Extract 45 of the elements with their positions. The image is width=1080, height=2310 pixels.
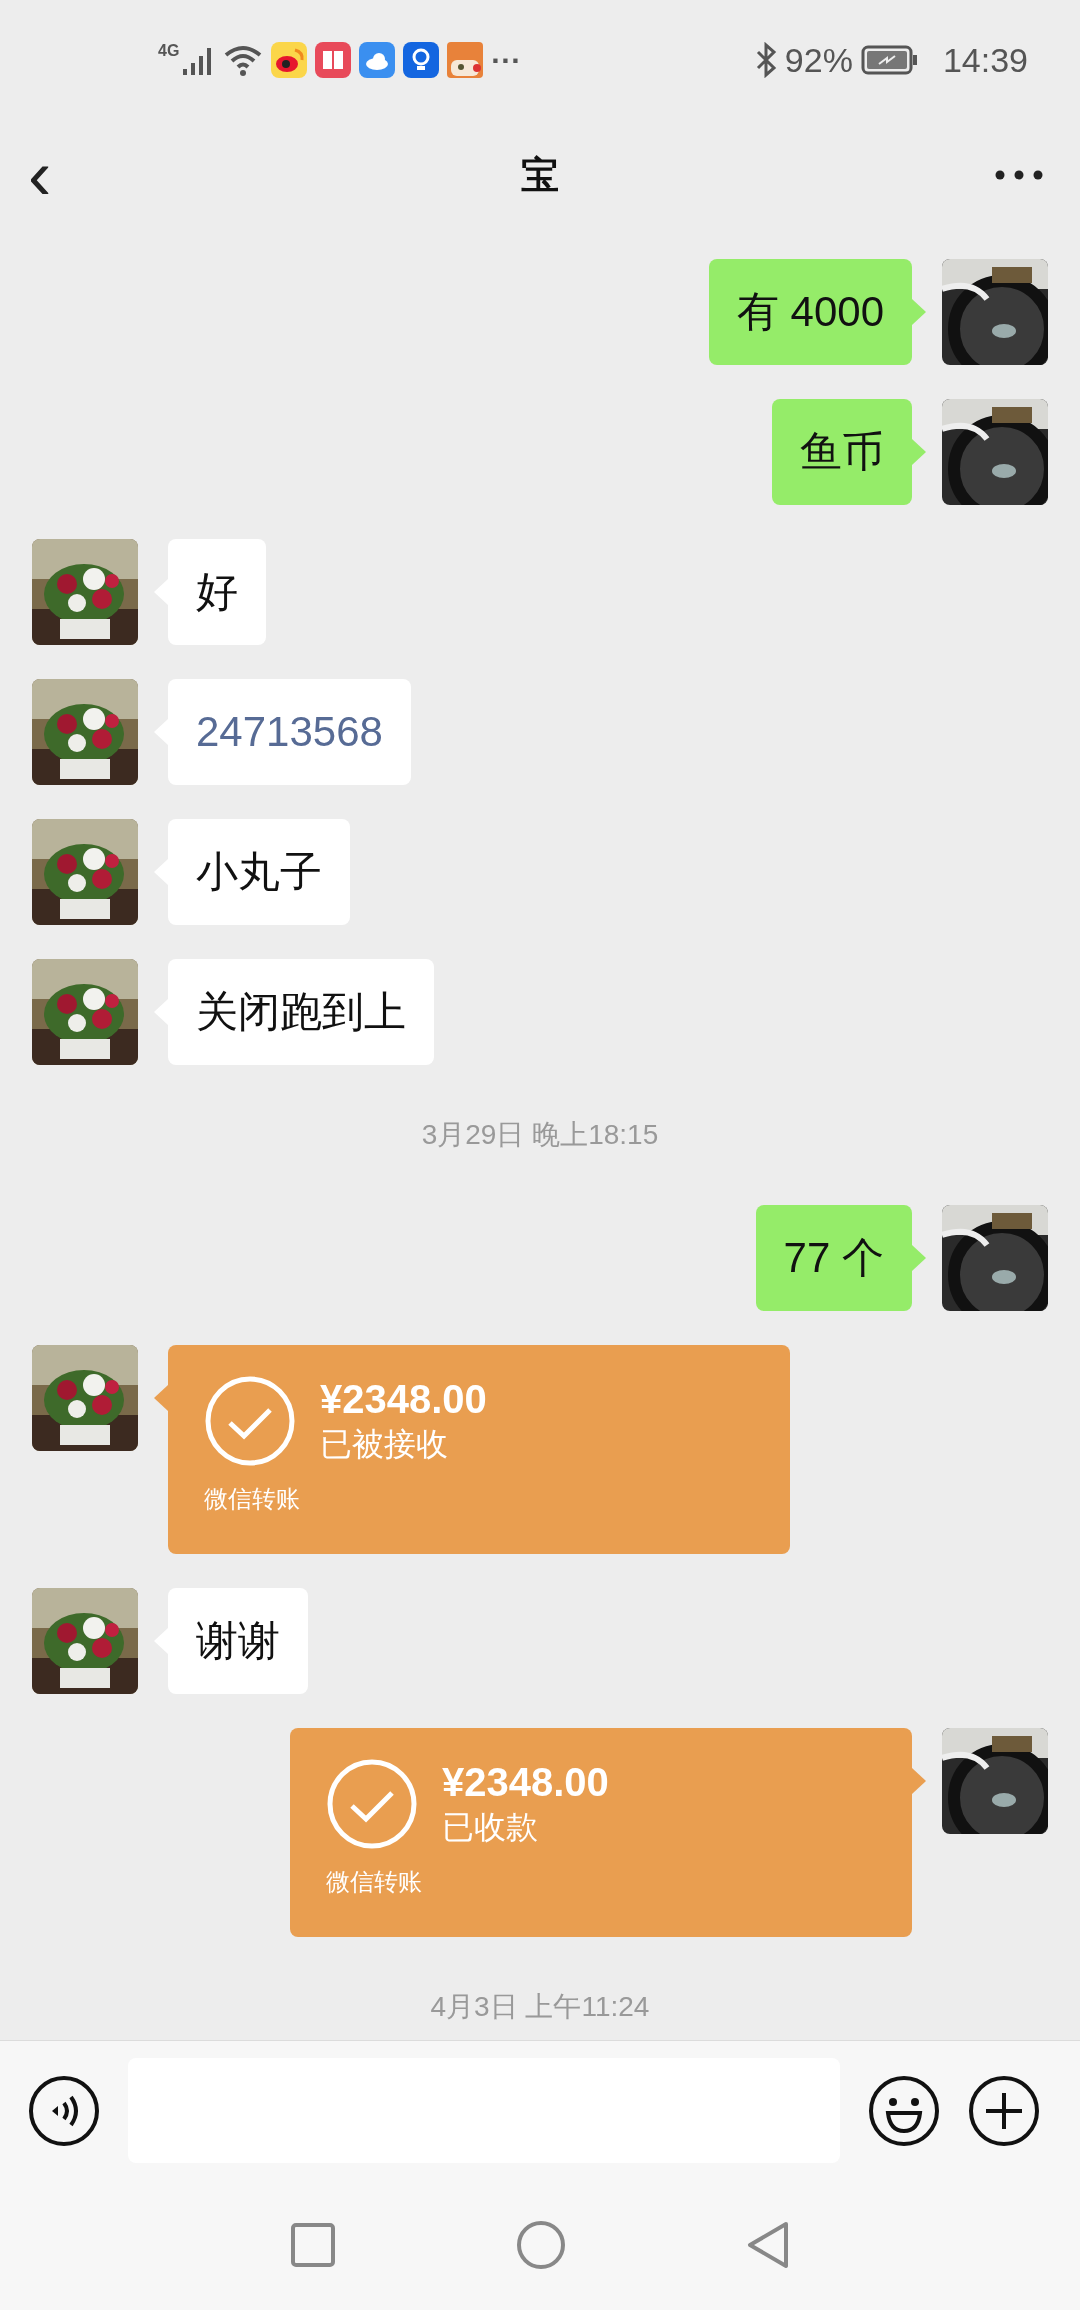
message-text: 小丸子 (168, 819, 350, 925)
bubble-tail (912, 439, 926, 465)
check-circle-icon (204, 1375, 296, 1467)
recents-icon[interactable] (290, 2222, 336, 2268)
cloud-app-icon (359, 42, 396, 78)
voice-icon[interactable] (28, 2074, 100, 2147)
transfer-amount: ¥2348.00 (320, 1376, 487, 1422)
bulb-app-icon (403, 42, 440, 78)
transfer-card[interactable]: ¥2348.00 已收款 微信转账 (290, 1728, 912, 1937)
back-icon[interactable] (746, 2220, 790, 2270)
timestamp: 4月3日 上午11:24 (430, 1990, 650, 2024)
emoji-icon[interactable] (868, 2074, 940, 2147)
more-notifications: ··· (491, 42, 522, 79)
bubble-tail (912, 1245, 926, 1271)
message-text: 有 4000 (708, 259, 912, 365)
message-text: 鱼币 (772, 399, 912, 505)
transfer-label: 微信转账 (204, 1484, 300, 1514)
network-label: 4G (158, 41, 180, 61)
eye-app-icon (271, 42, 308, 78)
bubble-tail (154, 1385, 168, 1411)
bubble-tail (912, 1768, 926, 1794)
message-text: 谢谢 (168, 1588, 308, 1694)
message-text: 好 (168, 539, 266, 645)
more-icon[interactable] (994, 169, 1044, 181)
wifi-icon (223, 43, 264, 77)
clock: 14:39 (942, 39, 1028, 81)
battery-percent: 92% (784, 39, 853, 81)
chat-title: 宝 (521, 152, 559, 198)
back-button[interactable]: ‹ (28, 145, 52, 205)
check-circle-icon (326, 1758, 418, 1850)
transfer-card[interactable]: ¥2348.00 已被接收 微信转账 (168, 1345, 790, 1554)
bluetooth-icon (754, 42, 777, 78)
message-text: 77 个 (755, 1205, 912, 1311)
plus-icon[interactable] (968, 2074, 1040, 2147)
battery-icon (860, 44, 919, 76)
home-icon[interactable] (516, 2220, 566, 2270)
transfer-amount: ¥2348.00 (442, 1759, 609, 1805)
bubble-tail (912, 299, 926, 325)
transfer-label: 微信转账 (326, 1867, 422, 1897)
book-app-icon (315, 42, 352, 78)
timestamp: 3月29日 晚上18:15 (421, 1118, 659, 1152)
message-text: 24713568 (168, 679, 411, 785)
message-text: 关闭跑到上 (168, 959, 434, 1065)
transfer-status: 已收款 (442, 1808, 539, 1847)
transfer-status: 已被接收 (320, 1425, 449, 1464)
